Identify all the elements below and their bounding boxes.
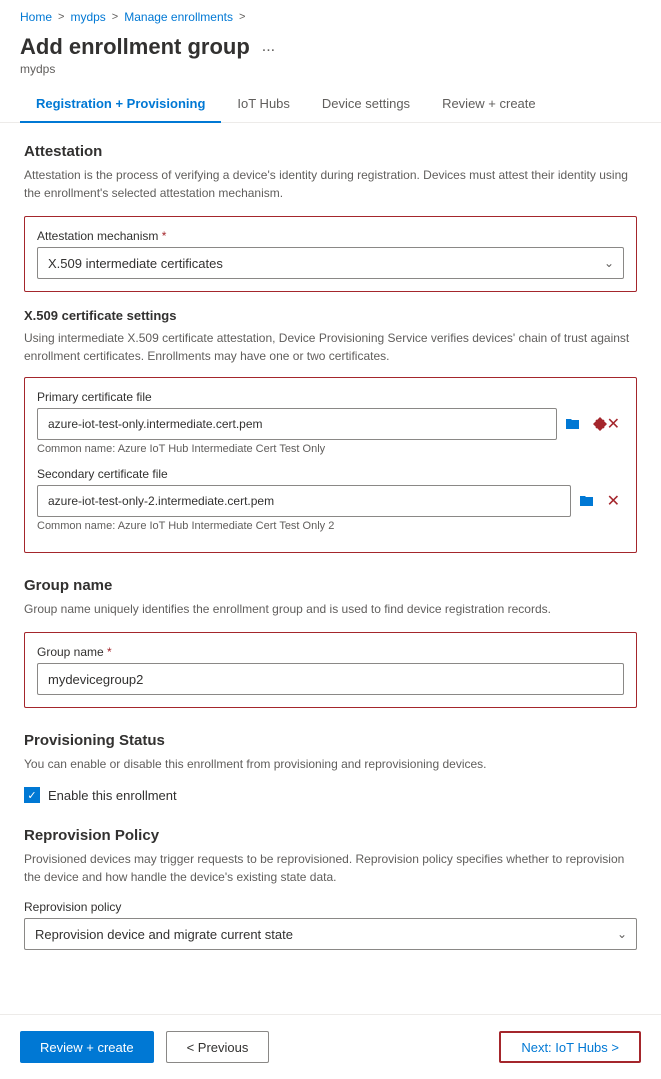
x509-section: X.509 certificate settings Using interme… <box>24 308 637 553</box>
tab-iothubs[interactable]: IoT Hubs <box>221 86 306 123</box>
attestation-section: Attestation Attestation is the process o… <box>24 143 637 553</box>
primary-cert-delete-button[interactable]: ✕ <box>589 410 624 438</box>
primary-cert-input[interactable] <box>37 408 557 440</box>
enable-enrollment-row: ✓ Enable this enrollment <box>24 787 637 803</box>
primary-cert-row: ✕ <box>37 408 624 440</box>
breadcrumb-sep3: > <box>239 11 245 23</box>
attestation-mechanism-label: Attestation mechanism * <box>37 229 624 243</box>
primary-cert-folder-button[interactable] <box>561 412 585 436</box>
x509-title: X.509 certificate settings <box>24 308 637 323</box>
reprovision-section: Reprovision Policy Provisioned devices m… <box>24 827 637 950</box>
primary-cert-field: Primary certificate file ✕ Common name: … <box>37 390 624 455</box>
group-name-label: Group name * <box>37 645 624 659</box>
group-name-description: Group name uniquely identifies the enrol… <box>24 600 637 618</box>
breadcrumb-mydps[interactable]: mydps <box>70 10 105 24</box>
breadcrumb-home[interactable]: Home <box>20 10 52 24</box>
previous-button[interactable]: < Previous <box>166 1031 270 1063</box>
next-iothubs-button[interactable]: Next: IoT Hubs > <box>499 1031 641 1063</box>
tab-registration[interactable]: Registration + Provisioning <box>20 86 221 123</box>
ellipsis-button[interactable]: ... <box>258 38 279 56</box>
main-content: Attestation Attestation is the process o… <box>0 123 661 994</box>
provisioning-status-section: Provisioning Status You can enable or di… <box>24 732 637 803</box>
tabs-container: Registration + Provisioning IoT Hubs Dev… <box>0 86 661 123</box>
secondary-cert-label: Secondary certificate file <box>37 467 624 481</box>
page-subtitle: mydps <box>20 62 641 76</box>
page-header: Add enrollment group ... mydps <box>0 30 661 86</box>
group-name-section: Group name Group name uniquely identifie… <box>24 577 637 708</box>
reprovision-title: Reprovision Policy <box>24 827 637 844</box>
tab-device-settings[interactable]: Device settings <box>306 86 426 123</box>
reprovision-select[interactable]: Reprovision device and migrate current s… <box>24 918 637 950</box>
breadcrumb-manage[interactable]: Manage enrollments <box>124 10 233 24</box>
breadcrumb-sep1: > <box>58 11 64 23</box>
attestation-description: Attestation is the process of verifying … <box>24 166 637 202</box>
secondary-cert-common-name: Common name: Azure IoT Hub Intermediate … <box>37 520 624 532</box>
attestation-title: Attestation <box>24 143 637 160</box>
provisioning-status-title: Provisioning Status <box>24 732 637 749</box>
group-name-title: Group name <box>24 577 637 594</box>
enable-enrollment-checkbox[interactable]: ✓ <box>24 787 40 803</box>
checkbox-check-icon: ✓ <box>27 789 36 802</box>
secondary-cert-row: ✕ <box>37 485 624 517</box>
primary-cert-common-name: Common name: Azure IoT Hub Intermediate … <box>37 443 624 455</box>
breadcrumb-sep2: > <box>112 11 118 23</box>
reprovision-label: Reprovision policy <box>24 900 637 914</box>
secondary-cert-input[interactable] <box>37 485 571 517</box>
attestation-mechanism-box: Attestation mechanism * X.509 intermedia… <box>24 216 637 292</box>
secondary-cert-field: Secondary certificate file ✕ Common name… <box>37 467 624 532</box>
reprovision-description: Provisioned devices may trigger requests… <box>24 850 637 886</box>
tab-review-create[interactable]: Review + create <box>426 86 552 123</box>
secondary-cert-delete-button[interactable]: ✕ <box>603 487 624 515</box>
x509-description: Using intermediate X.509 certificate att… <box>24 329 637 365</box>
secondary-cert-folder-button[interactable] <box>575 489 599 513</box>
review-create-button[interactable]: Review + create <box>20 1031 154 1063</box>
breadcrumb: Home > mydps > Manage enrollments > <box>0 0 661 30</box>
page-title: Add enrollment group <box>20 34 250 60</box>
attestation-mechanism-select[interactable]: X.509 intermediate certificatesX.509 CA … <box>37 247 624 279</box>
reprovision-select-wrapper: Reprovision device and migrate current s… <box>24 918 637 950</box>
enable-enrollment-label: Enable this enrollment <box>48 788 177 803</box>
group-name-box: Group name * <box>24 632 637 708</box>
attestation-mechanism-wrapper: X.509 intermediate certificatesX.509 CA … <box>37 247 624 279</box>
group-name-input[interactable] <box>37 663 624 695</box>
provisioning-status-description: You can enable or disable this enrollmen… <box>24 755 637 773</box>
x509-certs-box: Primary certificate file ✕ Common name: … <box>24 377 637 553</box>
primary-cert-label: Primary certificate file <box>37 390 624 404</box>
footer: Review + create < Previous Next: IoT Hub… <box>0 1014 661 1079</box>
